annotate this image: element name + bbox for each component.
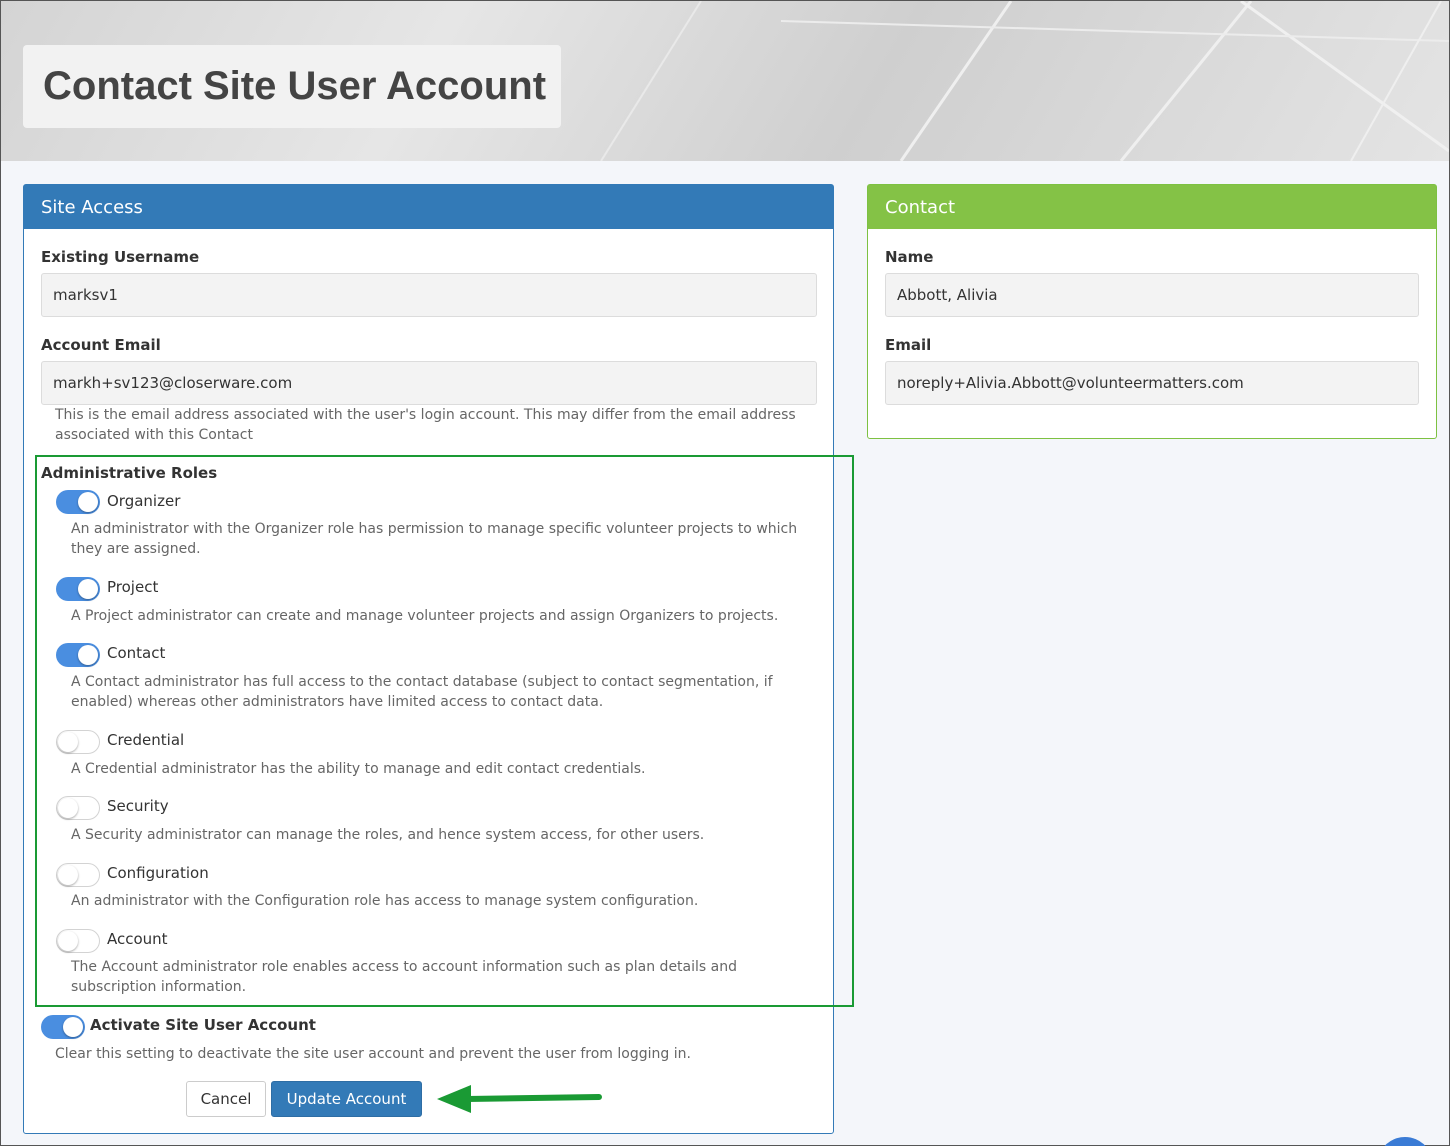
page-title-box: Contact Site User Account: [23, 45, 561, 128]
username-field[interactable]: marksv1: [41, 273, 817, 317]
contact-email-field[interactable]: noreply+Alivia.Abbott@volunteermatters.c…: [885, 361, 1419, 405]
help-chat-button[interactable]: [1377, 1137, 1433, 1146]
contact-name-field[interactable]: Abbott, Alivia: [885, 273, 1419, 317]
site-access-header: Site Access: [24, 185, 833, 229]
page-title: Contact Site User Account: [43, 64, 547, 108]
toggle-knob: [63, 1017, 83, 1037]
page-banner: Contact Site User Account: [1, 1, 1449, 161]
annotation-highlight-box: [35, 455, 854, 1007]
account-email-field[interactable]: markh+sv123@closerware.com: [41, 361, 817, 405]
account-email-help-line2: associated with this Contact: [55, 427, 253, 443]
contact-email-label: Email: [885, 336, 932, 354]
activate-account-label: Activate Site User Account: [90, 1016, 316, 1034]
toggle-activate-account[interactable]: [41, 1015, 85, 1039]
annotation-arrow: [437, 1085, 602, 1113]
account-email-label: Account Email: [41, 336, 161, 354]
account-email-help: This is the email address associated wit…: [55, 405, 796, 445]
update-account-button[interactable]: Update Account: [271, 1081, 422, 1117]
cancel-button[interactable]: Cancel: [186, 1081, 266, 1117]
account-email-help-line1: This is the email address associated wit…: [55, 407, 796, 423]
activate-account-help: Clear this setting to deactivate the sit…: [55, 1046, 691, 1062]
contact-header: Contact: [868, 185, 1436, 229]
username-label: Existing Username: [41, 248, 200, 266]
contact-name-label: Name: [885, 248, 934, 266]
